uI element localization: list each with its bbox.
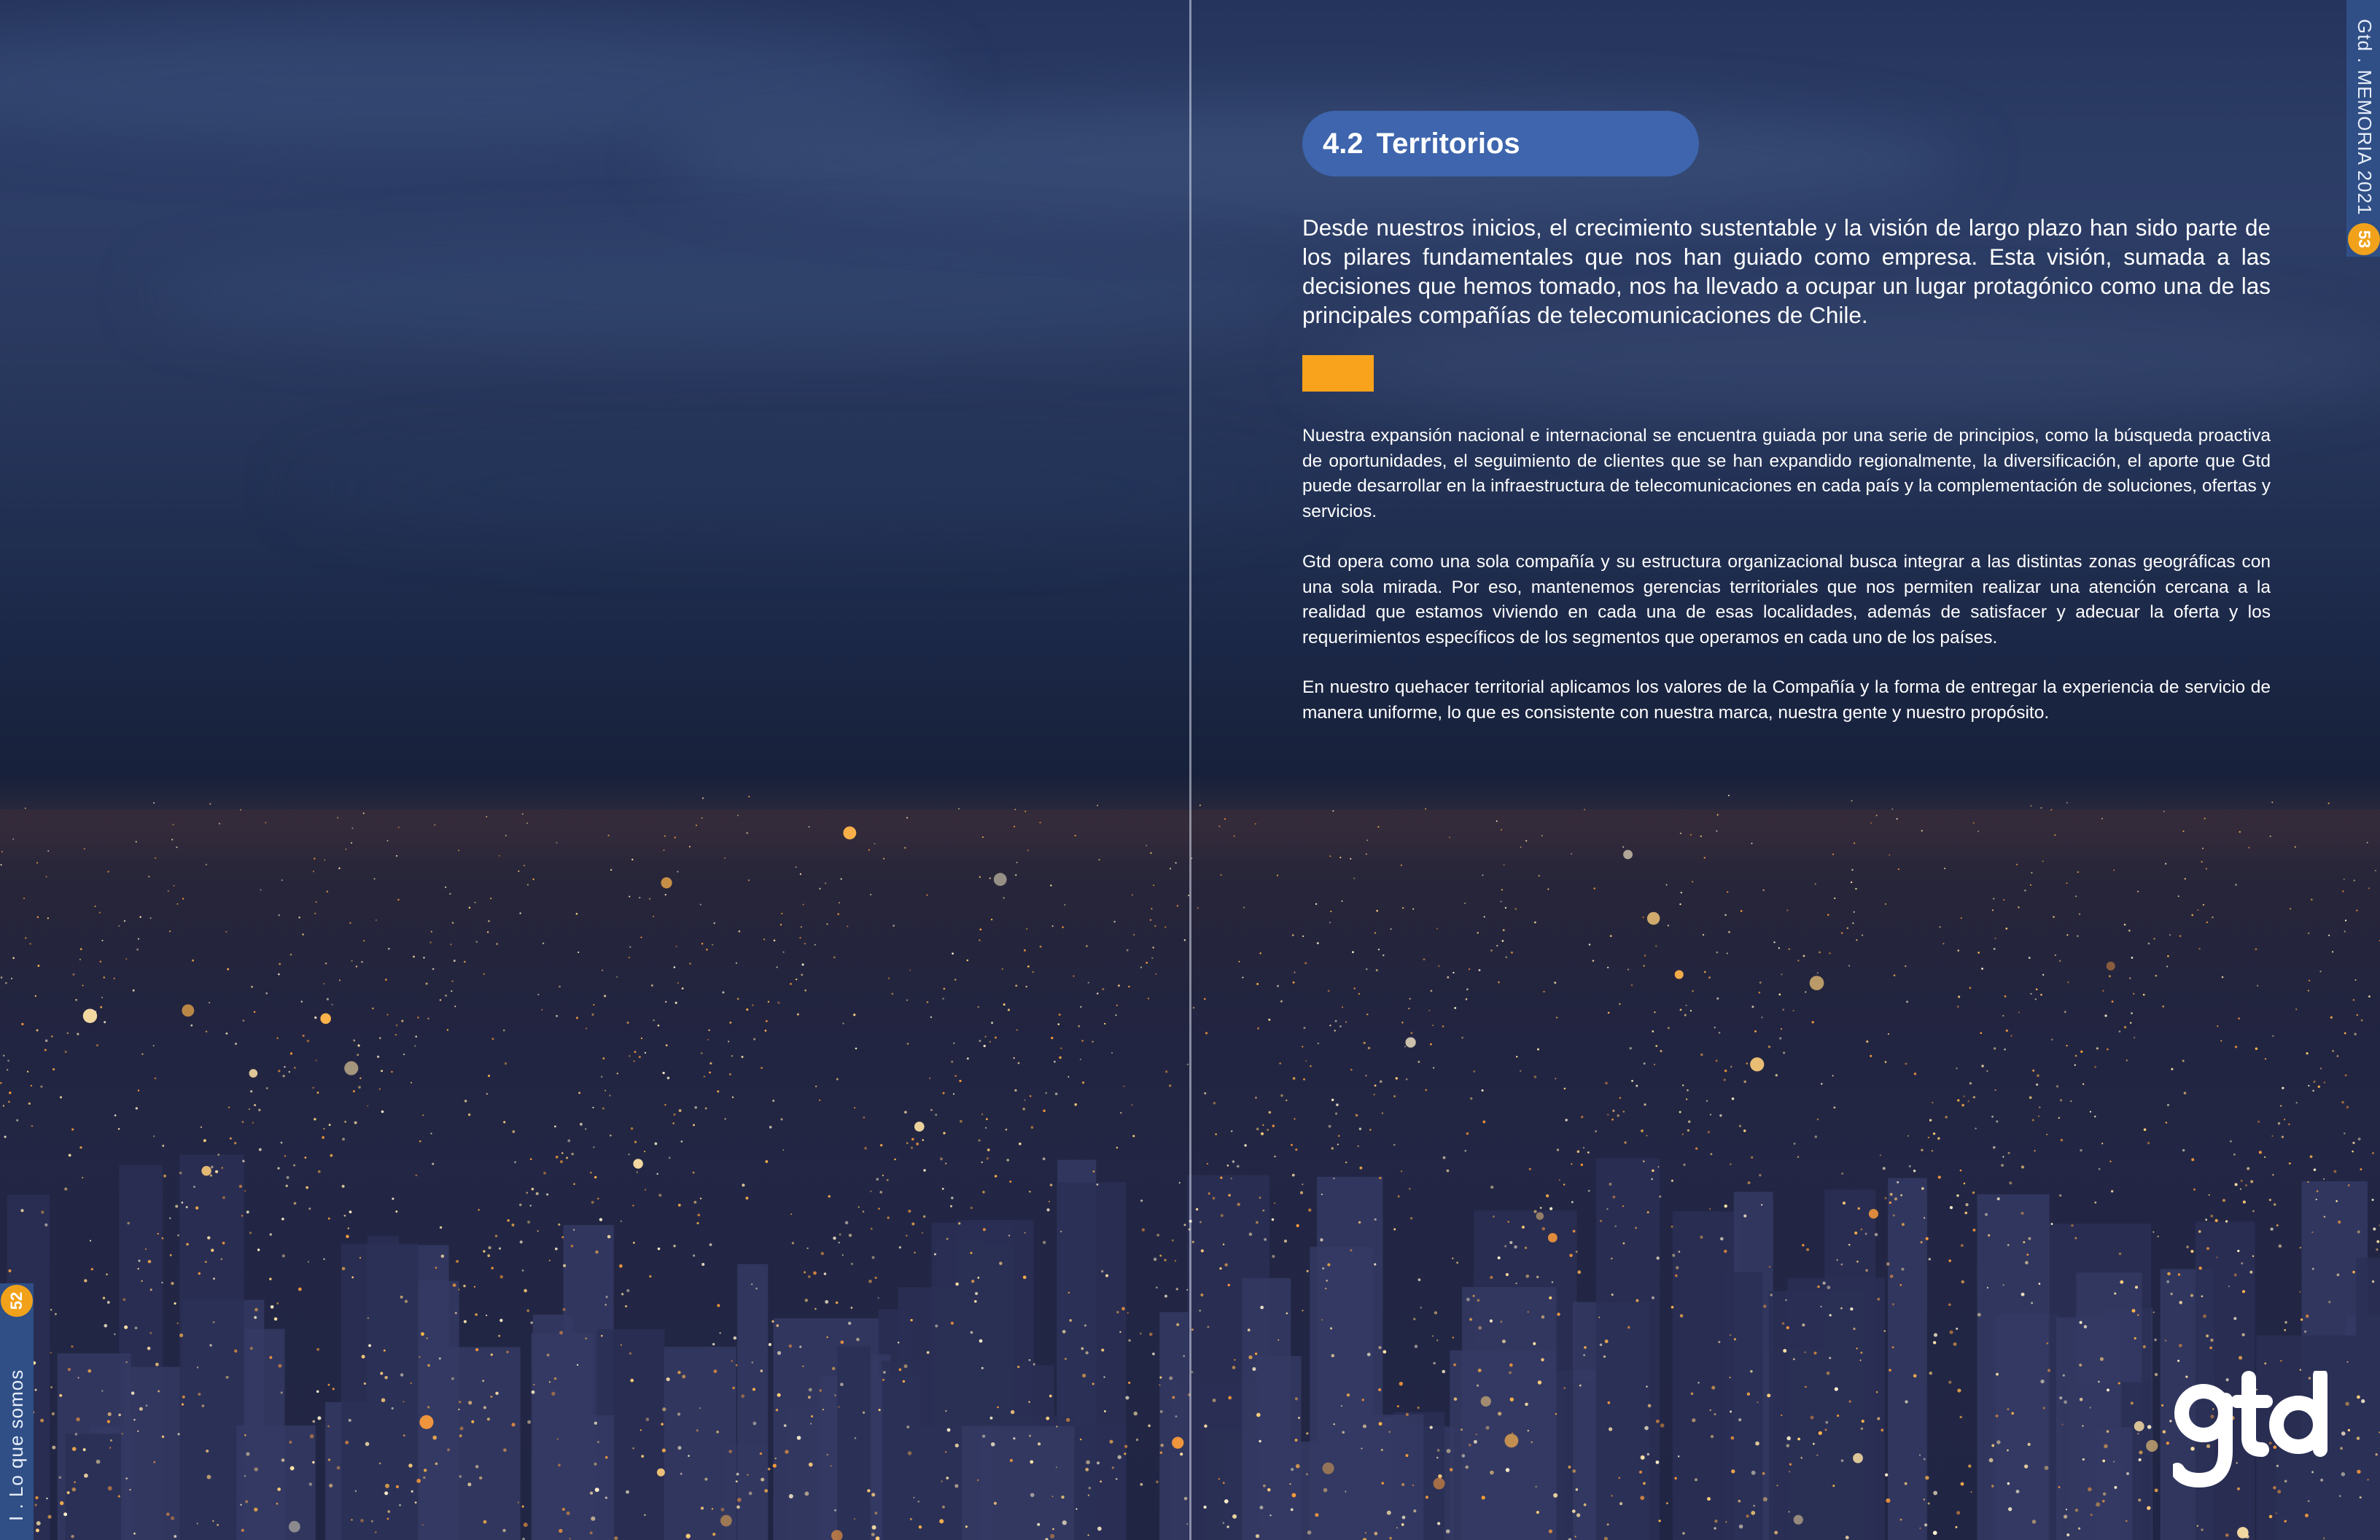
right-page-number: 53 [2348,223,2380,255]
body-paragraph: En nuestro quehacer territorial aplicamo… [1302,677,2271,723]
section-title-pill: 4.2 Territorios [1302,111,1699,176]
body-paragraph: Nuestra expansión nacional e internacion… [1302,426,2271,521]
section-title: Territorios [1376,127,1520,160]
right-page-rail: Gtd . MEMORIA 2021 [2346,0,2380,257]
left-page-number: 52 [1,1285,33,1317]
left-page-rail: I . Lo que somos [0,1283,34,1540]
section-label: I . Lo que somos [5,1369,27,1521]
body-paragraph: Gtd opera como una sola compañía y su es… [1302,552,2271,648]
gtd-logo [2173,1371,2328,1488]
left-page-number-text: 52 [7,1291,26,1310]
accent-bar [1302,355,1374,392]
header-label: Gtd . MEMORIA 2021 [2354,19,2376,216]
section-number: 4.2 [1323,127,1364,160]
right-page-number-text: 53 [2354,230,2373,249]
page-gutter [1189,0,1191,1540]
lead-paragraph: Desde nuestros inicios, el crecimiento s… [1302,214,2271,328]
